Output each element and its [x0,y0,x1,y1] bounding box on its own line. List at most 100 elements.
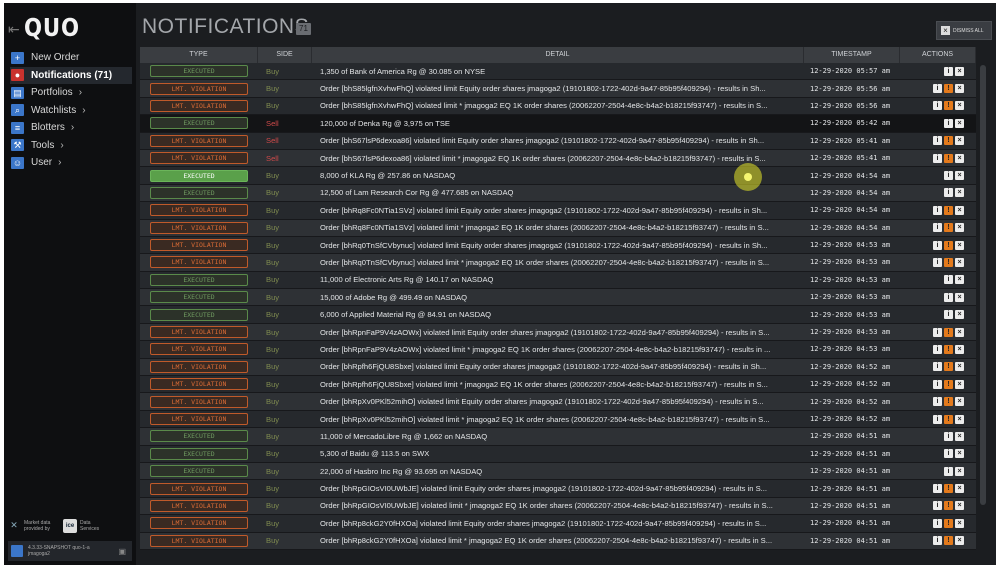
info-icon[interactable]: i [944,275,953,285]
close-icon[interactable]: × [955,118,964,128]
close-icon[interactable]: × [955,466,964,476]
warning-icon[interactable]: ! [944,223,953,233]
table-row[interactable]: LMT. VIOLATION Buy Order [bhRq0TnSfCVbynuc… [140,254,976,272]
close-icon[interactable]: × [955,84,964,94]
table-row[interactable]: EXECUTED Buy 11,000 of Electronic Arts Rg … [140,271,976,290]
info-icon[interactable]: i [933,397,942,407]
close-icon[interactable]: × [955,275,964,285]
info-icon[interactable]: i [933,484,942,494]
table-row[interactable]: LMT. VIOLATION Buy Order [bhRp8ckG2Y0fHXOa… [140,515,976,533]
close-icon[interactable]: × [955,501,964,511]
warning-icon[interactable]: ! [944,362,953,372]
table-row[interactable]: LMT. VIOLATION Buy Order [bhRpfh6FjQU8Sbxe… [140,358,976,377]
table-row[interactable]: LMT. VIOLATION Buy Order [bhRpnFaP9V4zAOWx… [140,341,976,359]
sidebar-item-user[interactable]: ☺ User › [10,154,132,172]
table-row[interactable]: LMT. VIOLATION Buy Order [bhS85lgfnXvhwFhQ… [140,80,976,98]
sidebar-item-tools[interactable]: ⚒ Tools › [10,137,132,155]
warning-icon[interactable]: ! [944,257,953,267]
info-icon[interactable]: i [944,171,953,181]
close-icon[interactable]: × [955,344,964,354]
warning-icon[interactable]: ! [944,240,953,250]
column-header-type[interactable]: TYPE [140,47,258,63]
close-icon[interactable]: × [955,397,964,407]
table-row[interactable]: EXECUTED Buy 5,300 of Baidu @ 113.5 on SWX… [140,445,976,463]
close-icon[interactable]: × [955,431,964,441]
info-icon[interactable]: i [944,66,953,76]
close-icon[interactable]: × [955,414,964,424]
close-icon[interactable]: × [955,449,964,459]
table-row[interactable]: LMT. VIOLATION Buy Order [bhRq8Fc0NTia1SVz… [140,219,976,237]
info-icon[interactable]: i [944,449,953,459]
table-row[interactable]: EXECUTED Buy 1,350 of Bank of America Rg @… [140,63,976,81]
warning-icon[interactable]: ! [944,536,953,546]
close-icon[interactable]: × [955,101,964,111]
close-icon[interactable]: × [955,362,964,372]
close-icon[interactable]: × [955,153,964,163]
sidebar-item-blotters[interactable]: ≡ Blotters › [10,119,132,137]
warning-icon[interactable]: ! [944,414,953,424]
table-scrollbar[interactable] [980,65,986,505]
sidebar-item-watchlists[interactable]: ⌕ Watchlists › [10,102,132,120]
warning-icon[interactable]: ! [944,153,953,163]
table-row[interactable]: EXECUTED Buy 8,000 of KLA Rg @ 257.86 on N… [140,167,976,185]
warning-icon[interactable]: ! [944,397,953,407]
warning-icon[interactable]: ! [944,518,953,528]
table-row[interactable]: EXECUTED Buy 6,000 of Applied Material Rg … [140,306,976,324]
close-icon[interactable]: × [955,327,964,337]
table-row[interactable]: EXECUTED Buy 11,000 of MercadoLibre Rg @ 1… [140,428,976,446]
table-row[interactable]: LMT. VIOLATION Buy Order [bhRpnFaP9V4zAOWx… [140,323,976,342]
info-icon[interactable]: i [933,101,942,111]
table-row[interactable]: LMT. VIOLATION Buy Order [bhRpGIOsVI0UWbJE… [140,480,976,498]
info-icon[interactable]: i [944,118,953,128]
close-icon[interactable]: × [955,223,964,233]
table-row[interactable]: LMT. VIOLATION Sell Order [bhS67lsP6dexoa8… [140,132,976,150]
close-icon[interactable]: × [955,310,964,320]
column-header-side[interactable]: SIDE [258,47,312,63]
info-icon[interactable]: i [933,84,942,94]
info-icon[interactable]: i [933,153,942,163]
close-icon[interactable]: × [955,171,964,181]
warning-icon[interactable]: ! [944,84,953,94]
info-icon[interactable]: i [933,536,942,546]
close-icon[interactable]: × [955,188,964,198]
info-icon[interactable]: i [933,327,942,337]
warning-icon[interactable]: ! [944,327,953,337]
table-row[interactable]: LMT. VIOLATION Buy Order [bhRp8ckG2Y0fHXOa… [140,532,976,550]
table-row[interactable]: LMT. VIOLATION Buy Order [bhRpfh6FjQU8Sbxe… [140,376,976,394]
chat-icon[interactable]: ▣ [118,547,126,556]
table-row[interactable]: LMT. VIOLATION Buy Order [bhRq8Fc0NTia1SVz… [140,202,976,220]
close-icon[interactable]: × [955,292,964,302]
warning-icon[interactable]: ! [944,379,953,389]
info-icon[interactable]: i [933,501,942,511]
table-row[interactable]: LMT. VIOLATION Buy Order [bhS85lgfnXvhwFhQ… [140,97,976,116]
warning-icon[interactable]: ! [944,484,953,494]
info-icon[interactable]: i [944,431,953,441]
close-icon[interactable]: × [955,205,964,215]
warning-icon[interactable]: ! [944,136,953,146]
sidebar-item-portfolios[interactable]: ▤ Portfolios › [10,84,132,102]
close-icon[interactable]: × [955,518,964,528]
info-icon[interactable]: i [944,466,953,476]
info-icon[interactable]: i [933,344,942,354]
dismiss-all-button[interactable]: × DISMISS ALL [936,21,992,40]
table-row[interactable]: LMT. VIOLATION Buy Order [bhRpGIOsVI0UWbJE… [140,497,976,516]
sidebar-item-notifications[interactable]: ● Notifications (71) [10,66,132,84]
close-icon[interactable]: × [955,240,964,250]
info-icon[interactable]: i [944,188,953,198]
close-icon[interactable]: × [955,536,964,546]
collapse-arrow-icon[interactable]: ⇤ [8,21,20,38]
close-icon[interactable]: × [955,484,964,494]
table-row[interactable]: LMT. VIOLATION Buy Order [bhRq0TnSfCVbynuc… [140,236,976,255]
column-header-detail[interactable]: DETAIL [312,47,804,63]
warning-icon[interactable]: ! [944,501,953,511]
table-row[interactable]: LMT. VIOLATION Buy Order [bhRpXv0PKl52mihO… [140,410,976,429]
info-icon[interactable]: i [933,257,942,267]
table-row[interactable]: EXECUTED Buy 12,500 of Lam Research Cor Rg… [140,184,976,203]
close-icon[interactable]: × [955,66,964,76]
sidebar-item-new-order[interactable]: + New Order [10,49,132,67]
table-row[interactable]: EXECUTED Buy 22,000 of Hasbro Inc Rg @ 93.… [140,462,976,481]
column-header-timestamp[interactable]: TIMESTAMP [804,47,900,63]
table-row[interactable]: LMT. VIOLATION Sell Order [bhS67lsP6dexoa8… [140,149,976,168]
warning-icon[interactable]: ! [944,101,953,111]
table-row[interactable]: LMT. VIOLATION Buy Order [bhRpXv0PKl52mihO… [140,393,976,411]
